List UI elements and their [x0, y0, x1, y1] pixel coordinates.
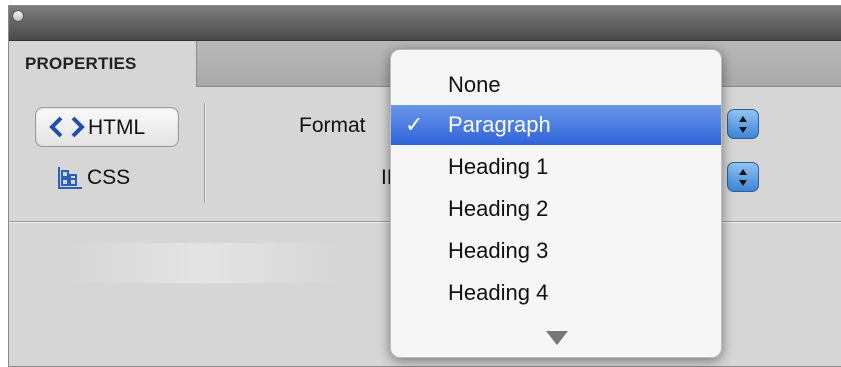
id-select-stepper[interactable] [727, 162, 759, 192]
html-mode-label: HTML [88, 116, 146, 139]
tab-properties-label: PROPERTIES [25, 54, 137, 73]
css-mode-button[interactable]: CSS [35, 157, 179, 197]
stepper-up-arrow-icon [739, 116, 747, 122]
lower-area-shading [69, 243, 339, 283]
menu-item-none[interactable]: None [391, 65, 721, 105]
stepper-up-arrow-icon [739, 169, 747, 175]
menu-item-heading-1[interactable]: Heading 1 [391, 147, 721, 187]
code-brackets-icon [49, 116, 85, 138]
menu-item-heading-4[interactable]: Heading 4 [391, 273, 721, 313]
checkmark-icon: ✓ [405, 112, 424, 137]
panel-close-dot-icon[interactable] [12, 10, 24, 22]
menu-item-label: Heading 1 [448, 154, 549, 179]
menu-item-label: Paragraph [448, 112, 551, 137]
mode-divider [204, 103, 205, 203]
menu-item-label: None [448, 72, 501, 97]
menu-item-paragraph[interactable]: ✓ Paragraph [391, 105, 721, 145]
menu-item-label: Heading 3 [448, 238, 549, 263]
format-label: Format [299, 114, 366, 137]
css-grid-chart-icon [58, 167, 82, 189]
css-mode-label: CSS [87, 166, 131, 189]
stepper-down-arrow-icon [739, 127, 747, 133]
format-select-stepper[interactable] [727, 109, 759, 139]
panel-title-bar [9, 6, 841, 41]
menu-item-label: Heading 2 [448, 196, 549, 221]
scroll-down-arrow-icon[interactable] [546, 331, 568, 345]
menu-item-heading-2[interactable]: Heading 2 [391, 189, 721, 229]
menu-item-label: Heading 4 [448, 280, 549, 305]
stepper-down-arrow-icon [739, 180, 747, 186]
tab-properties[interactable]: PROPERTIES [9, 41, 197, 87]
html-mode-button[interactable]: HTML [35, 107, 179, 147]
menu-item-heading-3[interactable]: Heading 3 [391, 231, 721, 271]
format-dropdown-menu[interactable]: None ✓ Paragraph Heading 1 Heading 2 Hea… [390, 49, 722, 358]
